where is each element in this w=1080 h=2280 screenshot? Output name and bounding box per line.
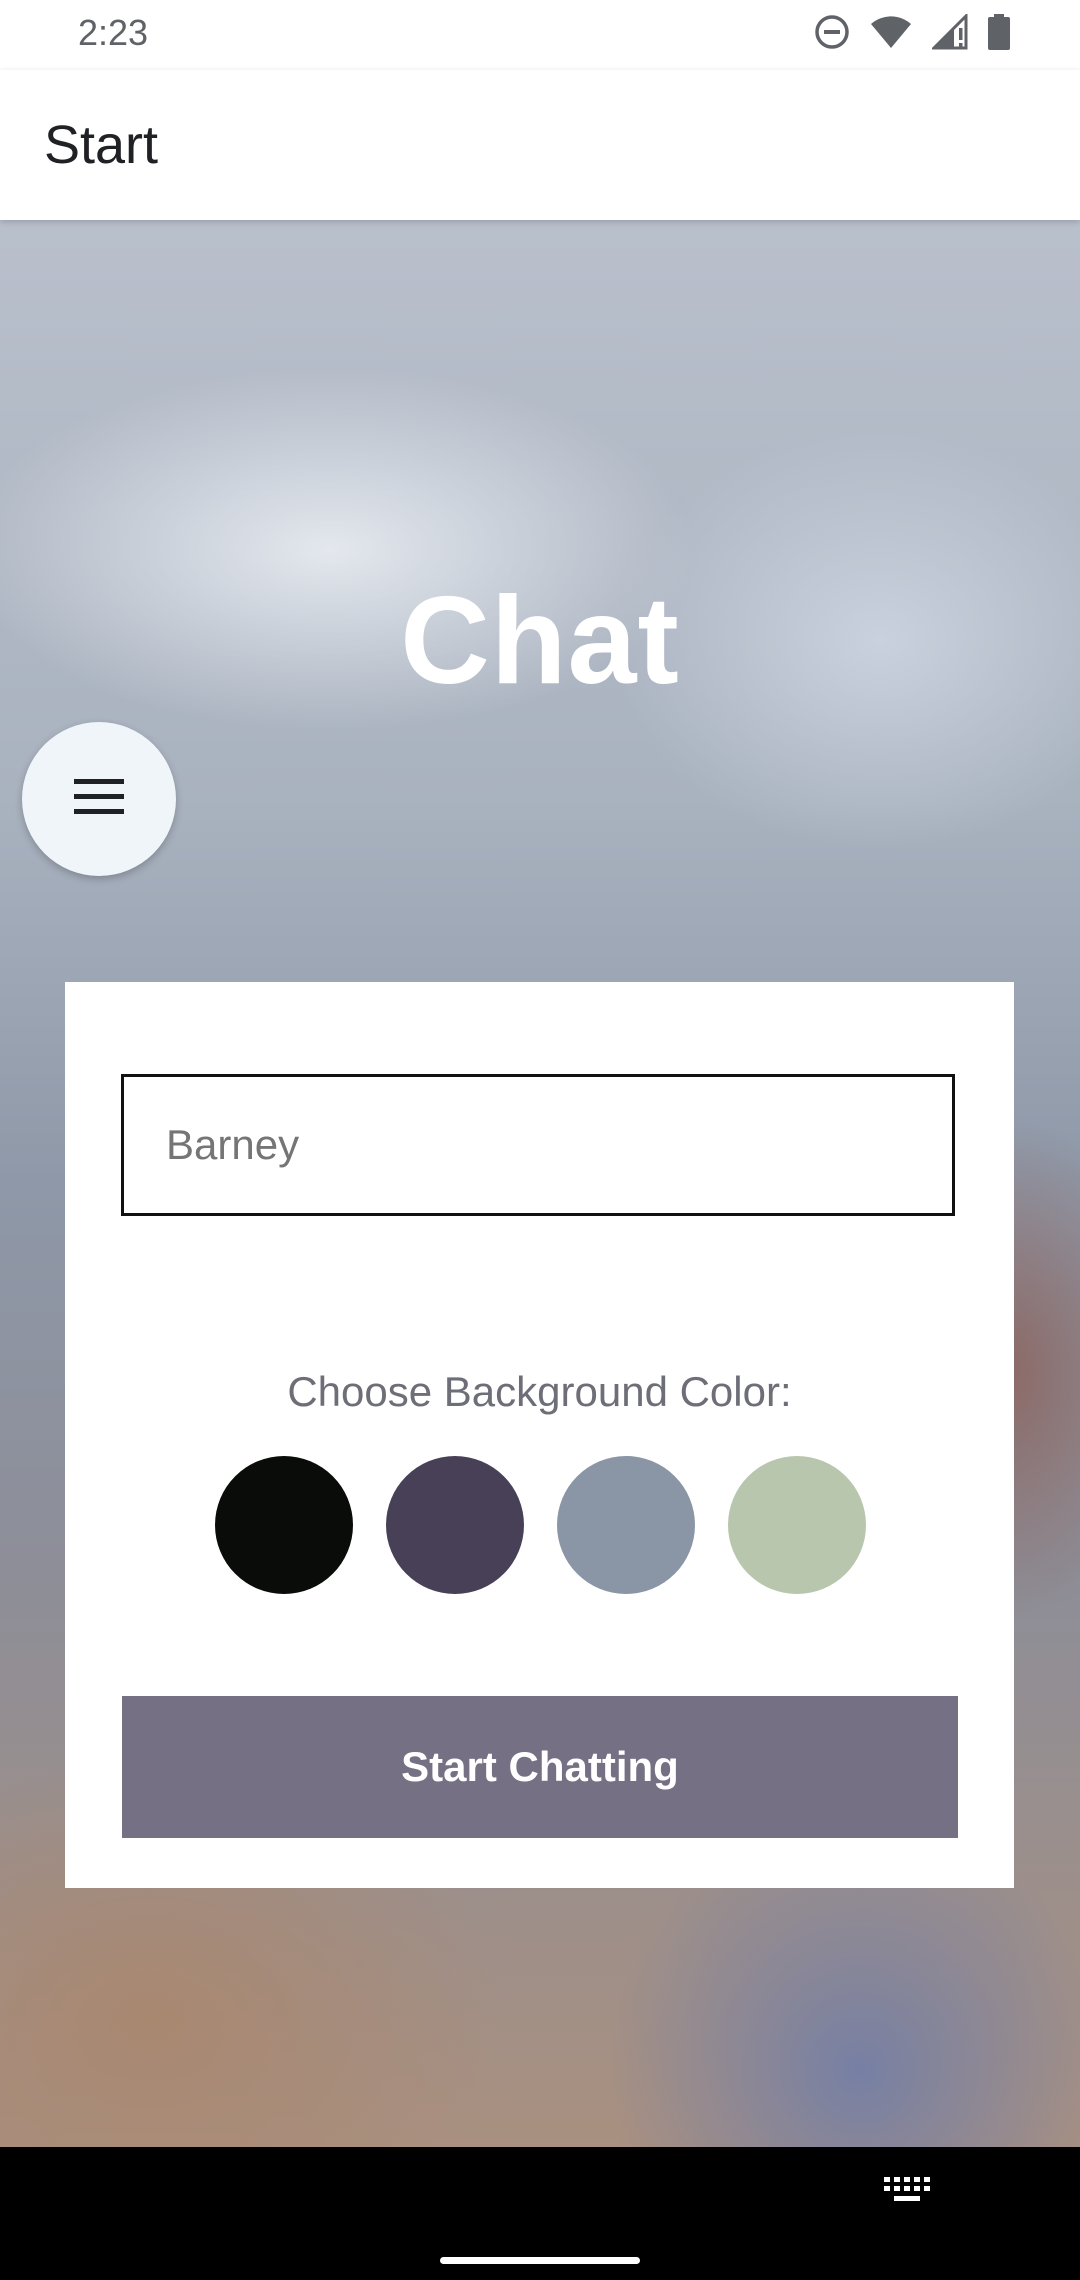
do-not-disturb-icon [814,14,850,50]
keyboard-icon[interactable] [884,2177,930,2210]
status-time: 2:23 [78,12,149,53]
navigation-bar [0,2147,1080,2280]
wifi-icon [870,15,912,49]
status-icons [814,14,1010,50]
color-swatches [215,1456,866,1594]
choose-color-label: Choose Background Color: [287,1368,792,1415]
color-swatch-grey-blue[interactable] [557,1456,695,1594]
color-swatch-black[interactable] [215,1456,353,1594]
screen: 2:23 Start Chat Barney Choose Background… [0,0,1080,2280]
app-title: Start [44,115,159,175]
signal-icon [932,14,968,50]
battery-icon [988,14,1010,50]
app-bar: Start [0,70,1080,220]
start-chatting-button[interactable]: Start Chatting [122,1696,958,1838]
start-form-card: Choose Background Color: Start Chatting [65,982,1014,1888]
color-swatch-green[interactable] [728,1456,866,1594]
name-input[interactable] [121,1074,955,1216]
hero-title: Chat [400,572,680,710]
menu-fab-button[interactable] [22,722,176,876]
status-bar: 2:23 [0,0,1080,70]
home-gesture-pill[interactable] [440,2257,640,2264]
menu-icon [72,777,126,822]
color-swatch-purple[interactable] [386,1456,524,1594]
